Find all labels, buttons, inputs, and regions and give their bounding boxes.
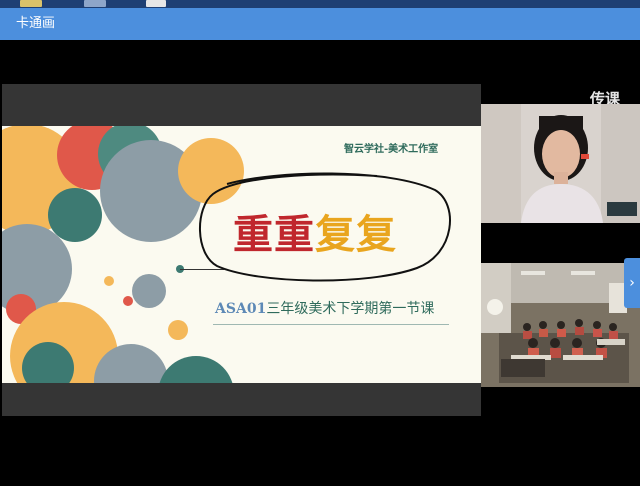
title-annotation: 重重复复 bbox=[197, 168, 455, 288]
title-part-red: 重重 bbox=[233, 211, 315, 258]
title-part-gold: 复复 bbox=[315, 211, 397, 258]
teacher-video-frame bbox=[481, 104, 640, 223]
taskbar-app-icon[interactable] bbox=[20, 0, 42, 7]
presentation-slide: 智云学社-美术工作室 重重复复 ASA01三年级美术下学期第一节课 bbox=[2, 84, 481, 416]
taskbar bbox=[0, 0, 640, 8]
classroom-video[interactable] bbox=[481, 263, 640, 387]
subtitle-underline bbox=[213, 324, 449, 325]
course-code: ASA01 bbox=[215, 301, 267, 317]
window-title-bar: 卡通画 bbox=[0, 8, 640, 40]
window-title: 卡通画 bbox=[16, 16, 56, 31]
decor-circle bbox=[158, 356, 234, 383]
studio-label: 智云学社-美术工作室 bbox=[344, 144, 439, 155]
chevron-right-icon: › bbox=[629, 275, 635, 291]
slide-content: 智云学社-美术工作室 重重复复 ASA01三年级美术下学期第一节课 bbox=[2, 126, 481, 383]
teacher-video[interactable] bbox=[481, 104, 640, 223]
decor-circle bbox=[123, 296, 133, 306]
course-name: 三年级美术下学期第一节课 bbox=[266, 301, 435, 317]
decor-circle bbox=[104, 276, 114, 286]
decor-circle bbox=[132, 274, 166, 308]
side-panel-toggle[interactable]: › bbox=[624, 258, 640, 308]
slide-title: 重重复复 bbox=[233, 202, 397, 260]
decor-circle bbox=[168, 320, 188, 340]
taskbar-app-icon[interactable] bbox=[146, 0, 166, 7]
slide-subtitle: ASA01三年级美术下学期第一节课 bbox=[215, 298, 434, 318]
taskbar-app-icon[interactable] bbox=[84, 0, 106, 7]
classroom-video-frame bbox=[481, 263, 640, 387]
